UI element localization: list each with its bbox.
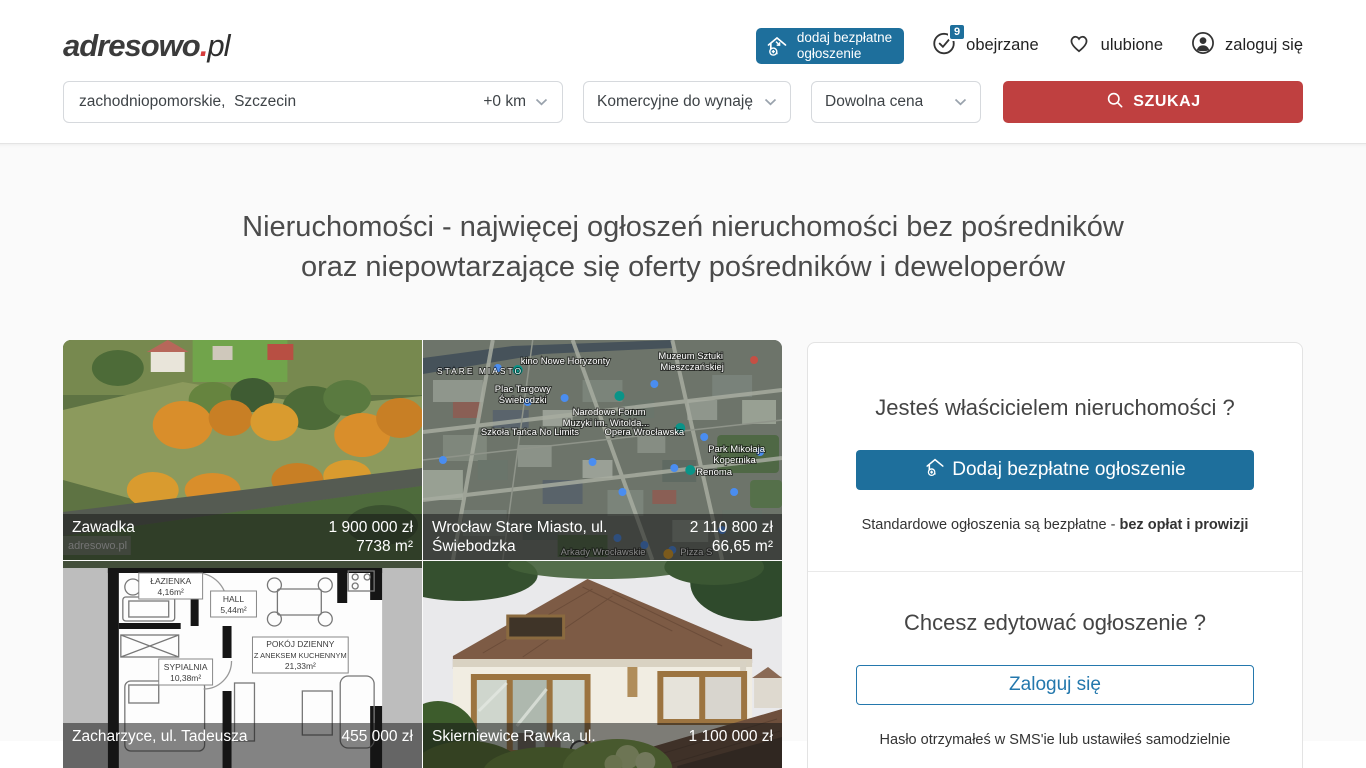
svg-text:5,44m²: 5,44m² [220,605,247,615]
price-select[interactable]: Dowolna cena [811,81,981,123]
page-title: Nieruchomości - najwięcej ogłoszeń nieru… [63,144,1303,287]
listing-caption: Zacharzyce, ul. Tadeusza 455 000 zł [63,723,422,768]
svg-text:Muzeum Sztuki: Muzeum Sztuki [658,351,723,362]
owner-title: Jesteś właścicielem nieruchomości ? [856,395,1254,421]
sidebar-add-listing-label: Dodaj bezpłatne ogłoszenie [952,459,1185,481]
nav-favorites-label: ulubione [1101,36,1163,55]
svg-text:POKÓJ DZIENNY: POKÓJ DZIENNY [266,639,334,649]
svg-text:Renoma: Renoma [696,467,732,478]
svg-text:Szkoła Tańca No Limits: Szkoła Tańca No Limits [481,427,579,438]
logo[interactable]: adresowo.pl [63,28,229,64]
nav-viewed-label: obejrzane [966,36,1038,55]
nav-login-label: zaloguj się [1225,36,1303,55]
add-listing-button[interactable]: dodaj bezpłatneogłoszenie [756,28,904,64]
listing-card-zacharzyce[interactable]: ŁAZIENKA 4,16m² HALL 5,44m² SYPIALNIA 10… [63,561,422,768]
svg-text:Park Mikołaja: Park Mikołaja [708,444,765,455]
svg-text:kino Nowe Horyzonty: kino Nowe Horyzonty [521,356,611,367]
listing-location: Zacharzyce, ul. Tadeusza [72,727,247,765]
svg-text:STARE MIASTO: STARE MIASTO [437,366,523,376]
search-bar: +0 km Komercyjne do wynaję Dowolna cena … [0,81,1366,123]
viewed-count-badge: 9 [948,23,966,41]
add-home-icon [765,34,789,58]
listing-location: Zawadka [72,518,135,556]
search-icon [1105,90,1125,115]
svg-text:Mieszczańskiej: Mieszczańskiej [660,362,724,373]
svg-text:Świebodzki: Świebodzki [499,394,547,406]
listing-card-zawadka[interactable]: adresowo.pl Zawadka 1 900 000 zł 7738 m² [63,340,422,560]
radius-select[interactable]: +0 km [483,93,548,111]
heart-icon [1066,30,1092,61]
main-content: Nieruchomości - najwięcej ogłoszeń nieru… [0,143,1366,741]
listing-price: 2 110 800 zł [690,518,773,537]
edit-section: Chcesz edytować ogłoszenie ? Zaloguj się… [808,572,1302,768]
nav-viewed[interactable]: 9 obejrzane [931,30,1038,61]
listing-price: 1 900 000 zł [329,518,413,537]
svg-text:ŁAZIENKA: ŁAZIENKA [150,576,191,586]
listing-caption: Wrocław Stare Miasto, ul. Świebodzka 2 1… [423,514,782,560]
edit-note: Hasło otrzymałeś w SMS'ie lub ustawiłeś … [856,732,1254,748]
listing-card-wroclaw[interactable]: STARE MIASTO kino Nowe Horyzonty Muzeum … [423,340,782,560]
sidebar-add-listing-button[interactable]: Dodaj bezpłatne ogłoszenie [856,450,1254,490]
svg-text:21,33m²: 21,33m² [285,661,316,671]
chevron-down-icon [764,93,777,111]
category-value: Komercyjne do wynaję [597,93,753,111]
svg-text:HALL: HALL [223,594,244,604]
svg-text:Narodowe Forum: Narodowe Forum [573,407,646,418]
user-icon [1190,30,1216,61]
edit-title: Chcesz edytować ogłoszenie ? [856,610,1254,636]
add-home-icon [924,456,946,484]
svg-text:Opera Wrocławska: Opera Wrocławska [604,427,684,438]
nav-favorites[interactable]: ulubione [1066,30,1163,61]
location-input[interactable] [64,93,483,111]
listing-area: 66,65 m² [690,537,773,556]
listing-area: 7738 m² [329,537,413,556]
listings-grid: adresowo.pl Zawadka 1 900 000 zł 7738 m² [63,340,782,768]
search-button-label: SZUKAJ [1133,93,1201,111]
listing-location: Wrocław Stare Miasto, ul. Świebodzka [432,518,647,556]
svg-text:SYPIALNIA: SYPIALNIA [164,662,208,672]
logo-text: adresowo [63,28,200,63]
listing-location: Skierniewice Rawka, ul. [432,727,596,765]
sidebar-login-button[interactable]: Zaloguj się [856,665,1254,705]
location-field: +0 km [63,81,563,123]
owner-section: Jesteś właścicielem nieruchomości ? Doda… [808,343,1302,571]
svg-text:10,38m²: 10,38m² [170,673,201,683]
nav-login[interactable]: zaloguj się [1190,30,1303,61]
top-navigation: dodaj bezpłatneogłoszenie 9 obejrzane [756,28,1303,64]
listing-card-skierniewice[interactable]: Skierniewice Rawka, ul. 1 100 000 zł [423,561,782,768]
listing-price: 455 000 zł [341,727,413,746]
radius-value: +0 km [483,93,526,111]
svg-text:Kopernika: Kopernika [713,455,756,466]
svg-text:Plac Targowy: Plac Targowy [495,384,551,395]
owner-note: Standardowe ogłoszenia są bezpłatne - be… [856,517,1254,533]
listing-caption: Skierniewice Rawka, ul. 1 100 000 zł [423,723,782,768]
chevron-down-icon [535,93,548,111]
chevron-down-icon [954,93,967,111]
listing-caption: Zawadka 1 900 000 zł 7738 m² [63,514,422,560]
search-button[interactable]: SZUKAJ [1003,81,1303,123]
listing-price: 1 100 000 zł [689,727,773,746]
sidebar: Jesteś właścicielem nieruchomości ? Doda… [807,342,1303,768]
svg-text:Z ANEKSEM KUCHENNYM: Z ANEKSEM KUCHENNYM [254,651,347,660]
add-listing-label: dodaj bezpłatneogłoszenie [797,30,892,61]
category-select[interactable]: Komercyjne do wynaję [583,81,791,123]
svg-text:4,16m²: 4,16m² [158,587,185,597]
price-value: Dowolna cena [825,93,923,111]
header: adresowo.pl dodaj bezpłatneogłoszenie [0,0,1366,66]
